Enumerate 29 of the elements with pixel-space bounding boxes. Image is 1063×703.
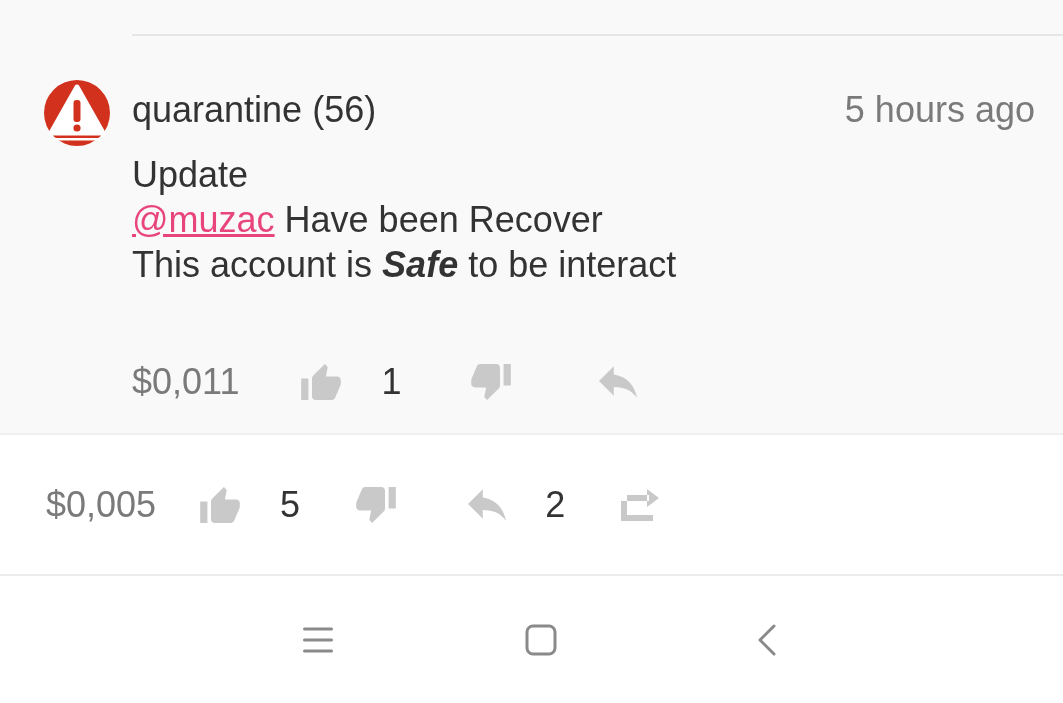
repost-button[interactable] bbox=[621, 488, 660, 521]
reply-button[interactable] bbox=[468, 488, 507, 521]
timestamp: 5 hours ago bbox=[844, 88, 1035, 132]
upvote-button[interactable] bbox=[301, 364, 342, 400]
comment-text: Update bbox=[132, 153, 250, 197]
reply-arrow-icon bbox=[599, 366, 638, 398]
reply-arrow-icon bbox=[468, 488, 507, 521]
thumbs-up-icon bbox=[301, 364, 342, 400]
upvote-count: 1 bbox=[381, 360, 402, 404]
repost-arrow-icon bbox=[621, 488, 660, 521]
warning-icon bbox=[44, 80, 110, 146]
downvote-button[interactable] bbox=[471, 364, 512, 400]
reply-button[interactable] bbox=[599, 366, 638, 398]
upvote-count: 5 bbox=[280, 482, 301, 527]
menu-icon[interactable] bbox=[303, 626, 333, 653]
mention-link[interactable]: @muzac bbox=[132, 199, 275, 240]
square-icon[interactable] bbox=[525, 623, 557, 656]
thumbs-up-icon bbox=[200, 486, 241, 523]
payout-amount: $0,005 bbox=[46, 482, 157, 527]
payout-amount: $0,011 bbox=[132, 360, 240, 404]
comment-text: @muzac Have been Recover bbox=[132, 198, 604, 242]
reply-count: 2 bbox=[545, 482, 566, 527]
chevron-left-icon[interactable] bbox=[758, 623, 776, 656]
downvote-button[interactable] bbox=[356, 486, 397, 523]
upvote-button[interactable] bbox=[200, 486, 241, 523]
author-name[interactable]: quarantine (56) bbox=[132, 88, 377, 132]
thumbs-down-icon bbox=[471, 364, 512, 400]
thumbs-down-icon bbox=[356, 486, 397, 523]
comment-text: This account is Safe to be interact bbox=[132, 243, 678, 287]
